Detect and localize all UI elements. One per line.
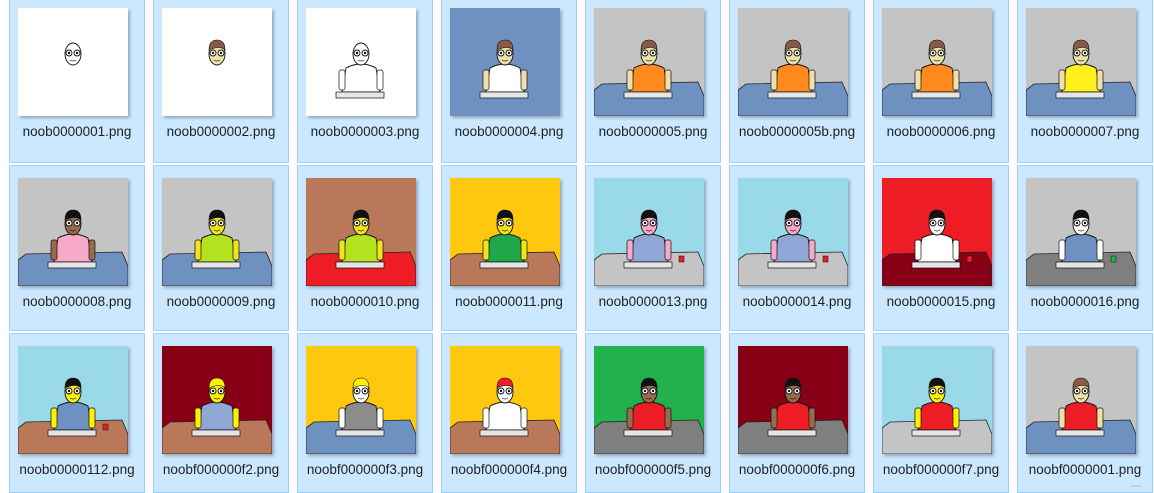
file-thumbnail [162,178,272,286]
file-name-label: noob0000016.png [1030,294,1140,309]
cartoon-thumbnail-image [882,178,992,286]
file-tile[interactable]: noob0000002.png [153,0,289,163]
file-name-label: noobf000000f7.png [882,462,1000,477]
file-thumbnail [594,178,704,286]
file-name-label: noob0000008.png [22,294,132,309]
cartoon-thumbnail-image [594,8,704,116]
cartoon-thumbnail-image [882,346,992,454]
cartoon-thumbnail-image [1026,346,1136,454]
file-name-label: noob0000014.png [742,294,852,309]
cartoon-thumbnail-image [738,8,848,116]
file-name-label: noobf000000f2.png [162,462,280,477]
file-tile[interactable]: noob0000004.png [441,0,577,163]
cartoon-thumbnail-image [306,178,416,286]
file-name-label: noob0000004.png [454,124,564,139]
file-thumbnail [306,346,416,454]
file-name-label: noob0000005b.png [738,124,856,139]
cartoon-thumbnail-image [450,346,560,454]
cartoon-thumbnail-image [738,346,848,454]
file-tile[interactable]: noob0000011.png [441,165,577,331]
file-thumbnail [1026,346,1136,454]
file-tile[interactable]: noob0000005.png [585,0,721,163]
cartoon-thumbnail-image [18,178,128,286]
file-thumbnail [18,178,128,286]
file-tile[interactable]: noob00000112.png [9,333,145,493]
cartoon-thumbnail-image [594,178,704,286]
file-thumbnail [738,346,848,454]
file-name-label: noobf000000f3.png [306,462,424,477]
file-name-label: noobf0000001.png [1028,462,1142,477]
file-tile[interactable]: noob0000015.png [873,165,1009,331]
file-tile[interactable]: noob0000016.png [1017,165,1153,331]
cartoon-thumbnail-image [18,8,128,116]
file-tile[interactable]: noobf000000f7.png [873,333,1009,493]
file-tile[interactable]: noob0000006.png [873,0,1009,163]
file-tile[interactable]: noobf000000f5.png [585,333,721,493]
cartoon-thumbnail-image [306,8,416,116]
file-thumbnail [18,8,128,116]
cartoon-thumbnail-image [18,346,128,454]
file-name-label: noob0000010.png [310,294,420,309]
cartoon-thumbnail-image [1026,8,1136,116]
file-name-label: noob0000003.png [310,124,420,139]
file-tile[interactable]: noob0000003.png [297,0,433,163]
file-name-label: noobf000000f6.png [738,462,856,477]
cartoon-thumbnail-image [162,8,272,116]
file-tile[interactable]: noobf000000f4.png [441,333,577,493]
file-name-label: noob0000015.png [886,294,996,309]
file-tile[interactable]: noob0000009.png [153,165,289,331]
file-thumbnail [1026,8,1136,116]
file-tile[interactable]: noob0000005b.png [729,0,865,163]
file-thumbnail [450,178,560,286]
file-thumbnail [882,8,992,116]
file-tile[interactable]: noob0000007.png [1017,0,1153,163]
cartoon-thumbnail-image [306,346,416,454]
file-tile[interactable]: noob0000010.png [297,165,433,331]
file-tile[interactable]: noob0000013.png [585,165,721,331]
file-thumbnail [882,346,992,454]
file-thumbnail [738,178,848,286]
file-tile[interactable]: noob0000014.png [729,165,865,331]
file-name-label: noob0000001.png [22,124,132,139]
file-thumbnail [162,8,272,116]
scroll-indicator[interactable] [1131,485,1141,487]
file-tile[interactable]: noobf000000f2.png [153,333,289,493]
file-thumbnail [162,346,272,454]
file-name-label: noob0000006.png [886,124,996,139]
cartoon-thumbnail-image [162,178,272,286]
cartoon-thumbnail-image [882,8,992,116]
file-name-label: noob0000013.png [598,294,708,309]
file-name-label: noob0000009.png [166,294,276,309]
cartoon-thumbnail-image [594,346,704,454]
file-name-label: noob0000005.png [598,124,708,139]
file-grid: noob0000001.png noob0000002.png noob000000… [0,0,1154,493]
file-thumbnail [450,346,560,454]
cartoon-thumbnail-image [738,178,848,286]
file-name-label: noob0000011.png [455,294,563,309]
file-thumbnail [882,178,992,286]
file-thumbnail [306,8,416,116]
file-thumbnail [594,346,704,454]
cartoon-thumbnail-image [450,178,560,286]
file-name-label: noob0000002.png [166,124,276,139]
file-tile[interactable]: noobf000000f3.png [297,333,433,493]
file-thumbnail [450,8,560,116]
file-thumbnail [738,8,848,116]
file-name-label: noob00000112.png [19,462,135,477]
file-thumbnail [594,8,704,116]
file-name-label: noob0000007.png [1030,124,1140,139]
cartoon-thumbnail-image [1026,178,1136,286]
file-thumbnail [306,178,416,286]
file-tile[interactable]: noobf000000f6.png [729,333,865,493]
file-name-label: noobf000000f4.png [450,462,568,477]
file-tile[interactable]: noob0000008.png [9,165,145,331]
cartoon-thumbnail-image [450,8,560,116]
file-thumbnail [1026,178,1136,286]
file-tile[interactable]: noobf0000001.png [1017,333,1153,493]
cartoon-thumbnail-image [162,346,272,454]
file-thumbnail [18,346,128,454]
file-tile[interactable]: noob0000001.png [9,0,145,163]
file-name-label: noobf000000f5.png [594,462,712,477]
